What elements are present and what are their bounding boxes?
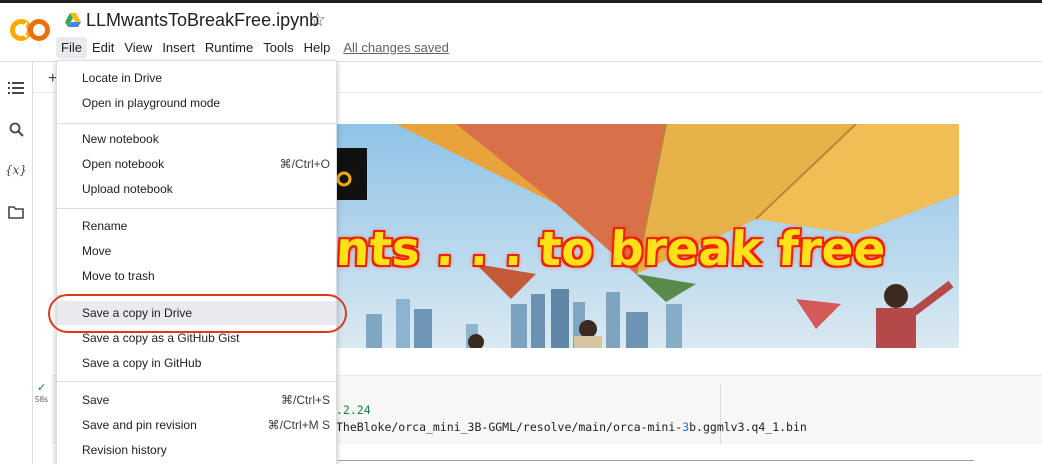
menu-item-label: New notebook [82, 132, 159, 146]
search-icon[interactable] [6, 119, 26, 139]
menu-item-save-copy-github[interactable]: Save a copy in GitHub [57, 351, 336, 375]
menu-separator [57, 381, 336, 382]
variables-icon[interactable]: {x} [5, 160, 27, 180]
notebook-title[interactable]: LLMwantsToBreakFree.ipynb [86, 10, 319, 31]
menu-item-label: Save and pin revision [82, 418, 197, 432]
file-menu-dropdown: Locate in Drive Open in playground mode … [56, 60, 337, 464]
table-of-contents-icon[interactable] [6, 78, 26, 98]
folder-icon[interactable] [6, 202, 26, 222]
google-drive-icon[interactable] [65, 13, 81, 27]
menu-item-move[interactable]: Move [57, 239, 336, 263]
menu-item-label: Upload notebook [82, 182, 173, 196]
menu-item-shortcut: ⌘/Ctrl+S [280, 393, 330, 407]
menu-item-label: Save [82, 393, 110, 407]
menu-item-label: Move to trash [82, 269, 155, 283]
code-line-1[interactable]: .2.24 [336, 403, 371, 417]
highlight-annotation-ring [48, 294, 347, 333]
menu-separator [57, 123, 336, 124]
code-line-2-text-b: b.ggmlv3.q4_1.bin [689, 420, 807, 434]
menu-item-shortcut: ⌘/Ctrl+O [279, 157, 330, 171]
menu-item-label: Move [82, 244, 112, 258]
menu-item-label: Save a copy as a GitHub Gist [82, 331, 240, 345]
menu-view[interactable]: View [119, 37, 157, 58]
menu-edit[interactable]: Edit [87, 37, 119, 58]
star-outline-icon[interactable]: ☆ [309, 9, 326, 32]
menu-separator [57, 208, 336, 209]
menu-insert[interactable]: Insert [157, 37, 200, 58]
menu-item-upload-notebook[interactable]: Upload notebook [57, 177, 336, 201]
run-success-check-icon: ✓ [37, 382, 47, 394]
menu-item-label: Save a copy in GitHub [82, 356, 202, 370]
menu-item-label: Revision history [82, 443, 167, 457]
menu-file[interactable]: File [56, 36, 87, 58]
menu-item-locate-in-drive[interactable]: Locate in Drive [57, 66, 336, 90]
output-divider [338, 460, 974, 461]
menu-runtime[interactable]: Runtime [200, 37, 258, 58]
colab-logo[interactable] [10, 17, 50, 43]
menu-item-save-and-pin-revision[interactable]: Save and pin revision ⌘/Ctrl+M S [57, 413, 336, 437]
save-status-link[interactable]: All changes saved [343, 40, 449, 55]
code-line-2[interactable]: TheBloke/orca_mini_3B-GGML/resolve/main/… [336, 420, 807, 434]
window-top-edge [0, 0, 1042, 3]
banner-image: nts . . . to break free [336, 124, 959, 348]
menu-item-open-in-playground-mode[interactable]: Open in playground mode [57, 91, 336, 115]
left-rail: {x} [0, 62, 33, 464]
run-duration: 58s [35, 395, 48, 404]
menu-item-rename[interactable]: Rename [57, 214, 336, 238]
menu-tools[interactable]: Tools [258, 37, 298, 58]
menu-bar: File Edit View Insert Runtime Tools Help… [56, 36, 449, 58]
menu-item-label: Locate in Drive [82, 71, 163, 85]
menu-item-new-notebook[interactable]: New notebook [57, 127, 336, 151]
menu-item-save[interactable]: Save ⌘/Ctrl+S [57, 388, 336, 412]
menu-item-revision-history[interactable]: Revision history [57, 438, 336, 462]
menu-item-move-to-trash[interactable]: Move to trash [57, 264, 336, 288]
menu-item-label: Open in playground mode [82, 96, 221, 110]
menu-item-label: Open notebook [82, 157, 165, 171]
menu-item-label: Rename [82, 219, 128, 233]
menu-help[interactable]: Help [299, 37, 336, 58]
banner-headline: nts . . . to break free [336, 222, 887, 277]
code-cell-divider [720, 384, 721, 444]
menu-item-shortcut: ⌘/Ctrl+M S [267, 418, 330, 432]
code-line-2-text-a: TheBloke/orca_mini_3B-GGML/resolve/main/… [336, 420, 683, 434]
menu-item-open-notebook[interactable]: Open notebook ⌘/Ctrl+O [57, 152, 336, 176]
